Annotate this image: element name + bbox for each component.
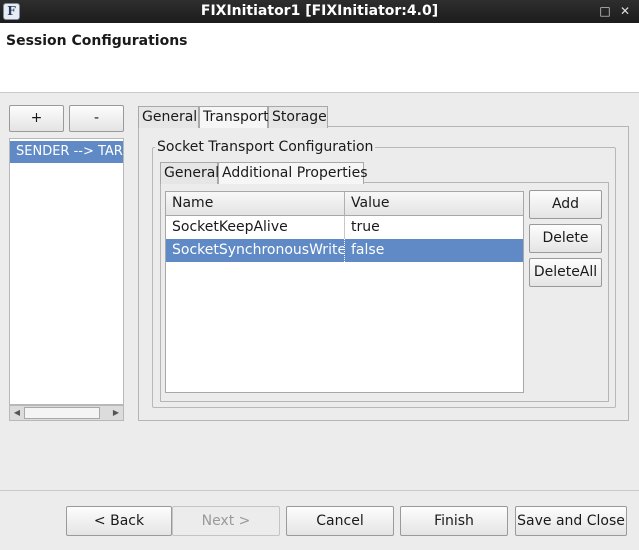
property-name-cell[interactable]: SocketKeepAlive [166,216,345,239]
add-property-button[interactable]: Add [529,190,602,219]
session-item-sender-target[interactable]: SENDER --> TARGET [10,141,123,163]
subtab-general[interactable]: General [160,162,219,184]
subtab-additional-properties[interactable]: Additional Properties [218,162,367,184]
scrollbar-thumb[interactable] [24,407,100,419]
table-row[interactable]: SocketKeepAlive true [166,216,523,239]
property-value-cell[interactable]: false [345,239,523,262]
table-row-selected[interactable]: SocketSynchronousWrites false [166,239,523,262]
next-button[interactable]: Next > [172,506,280,536]
window-title: FIXInitiator1 [FIXInitiator:4.0] [200,3,439,19]
delete-all-properties-button[interactable]: DeleteAll [529,258,602,287]
scroll-right-icon[interactable]: ▶ [109,406,123,420]
properties-table[interactable]: Name Value SocketKeepAlive true SocketSy… [165,191,524,393]
save-and-close-button[interactable]: Save and Close [515,506,627,536]
finish-button[interactable]: Finish [400,506,508,536]
close-window-button[interactable]: ✕ [617,3,633,19]
delete-property-button[interactable]: Delete [529,224,602,253]
session-list[interactable]: SENDER --> TARGET [9,138,124,405]
window-titlebar: F FIXInitiator1 [FIXInitiator:4.0] □ ✕ [0,0,639,23]
column-header-value[interactable]: Value [345,192,523,216]
tab-storage[interactable]: Storage [268,106,328,128]
page-title: Session Configurations [6,33,188,49]
property-name-cell[interactable]: SocketSynchronousWrites [166,239,345,262]
column-header-name[interactable]: Name [166,192,345,216]
tab-general[interactable]: General [138,106,199,128]
maximize-button[interactable]: □ [597,3,613,19]
footer-divider [0,490,639,491]
remove-session-button[interactable]: - [69,105,124,132]
group-title: Socket Transport Configuration [155,139,376,155]
scroll-left-icon[interactable]: ◀ [10,406,24,420]
add-session-button[interactable]: + [9,105,64,132]
session-list-scrollbar[interactable]: ◀ ▶ [9,405,124,421]
dialog-header: Session Configurations [0,23,639,93]
cancel-button[interactable]: Cancel [286,506,394,536]
property-value-cell[interactable]: true [345,216,523,239]
back-button[interactable]: < Back [66,506,172,536]
tab-transport[interactable]: Transport [199,106,269,128]
